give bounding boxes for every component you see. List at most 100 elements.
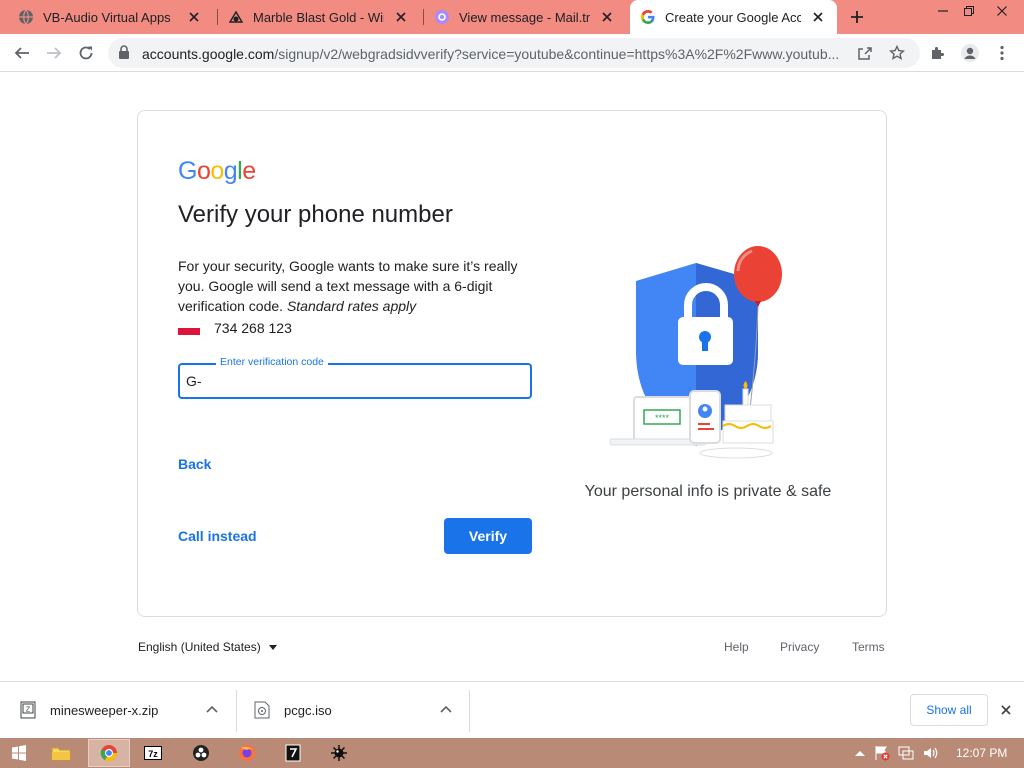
close-icon[interactable]	[392, 8, 410, 26]
phone-number: 734 268 123	[214, 320, 292, 336]
disc-file-icon	[254, 701, 270, 719]
profile-icon	[961, 44, 979, 62]
download-item-pcgc[interactable]: pcgc.iso	[254, 690, 332, 730]
url-host: accounts.google.com	[142, 46, 275, 62]
tab-title: Create your Google Accou	[665, 9, 801, 25]
download-filename: minesweeper-x.zip	[50, 702, 159, 718]
taskbar-obs[interactable]	[180, 739, 222, 767]
folder-icon	[51, 747, 71, 761]
google-logo: Google	[178, 157, 256, 185]
profile-button[interactable]	[956, 39, 984, 67]
call-instead-link[interactable]: Call instead	[178, 528, 257, 544]
download-filename: pcgc.iso	[284, 702, 332, 718]
taskbar-7zip[interactable]: 7z	[132, 739, 174, 767]
globe-icon	[19, 9, 33, 25]
taskbar-minesweeper[interactable]	[318, 739, 360, 767]
tab-google-account[interactable]: Create your Google Accou	[630, 0, 837, 34]
chrome-icon	[100, 745, 118, 762]
svg-text:Z: Z	[26, 707, 31, 714]
arrow-right-icon	[47, 47, 62, 59]
firefox-icon	[239, 745, 255, 761]
verify-button[interactable]: Verify	[444, 518, 532, 554]
arrow-left-icon	[14, 47, 29, 59]
show-all-button[interactable]: Show all	[910, 694, 988, 726]
app-icon	[285, 744, 301, 762]
restore-button[interactable]	[952, 0, 986, 22]
close-icon[interactable]	[598, 8, 616, 26]
zip-file-icon: Z	[20, 701, 36, 719]
verification-code-field[interactable]: Enter verification code	[178, 356, 532, 399]
close-window-button[interactable]	[985, 0, 1019, 22]
close-icon[interactable]	[998, 702, 1014, 718]
windows-logo-icon	[12, 745, 26, 761]
security-illustration-icon: ****	[609, 246, 782, 459]
windows-taskbar: 7z 12:07 PM	[0, 738, 1024, 768]
marble-icon	[228, 10, 244, 23]
download-divider	[236, 690, 237, 732]
network-icon[interactable]	[898, 745, 914, 761]
tab-vb-audio[interactable]: VB-Audio Virtual Apps	[8, 0, 213, 34]
chevron-up-icon[interactable]	[439, 702, 453, 716]
mail-icon	[435, 10, 449, 24]
reload-button[interactable]	[72, 39, 100, 67]
close-icon[interactable]	[185, 8, 203, 26]
address-bar[interactable]: accounts.google.com/signup/v2/webgradsid…	[108, 38, 920, 68]
reload-icon	[79, 46, 93, 60]
volume-icon[interactable]	[922, 745, 938, 761]
close-icon[interactable]	[809, 8, 827, 26]
privacy-link[interactable]: Privacy	[780, 640, 819, 654]
tab-marble-blast[interactable]: Marble Blast Gold - Windo	[218, 0, 420, 34]
download-bar: Z minesweeper-x.zip pcgc.iso Show all	[0, 681, 1024, 738]
phone-row: 734 268 123	[178, 320, 292, 336]
minimize-icon	[938, 10, 948, 12]
url-text[interactable]: accounts.google.com/signup/v2/webgradsid…	[142, 46, 854, 62]
help-link[interactable]: Help	[724, 640, 749, 654]
tab-title: View message - Mail.tm	[459, 9, 590, 25]
back-nav-button[interactable]	[8, 39, 36, 67]
restore-icon	[964, 6, 974, 16]
lock-icon[interactable]	[118, 45, 130, 59]
share-icon[interactable]	[856, 44, 874, 62]
extensions-button[interactable]	[924, 39, 952, 67]
forward-nav-button[interactable]	[40, 39, 68, 67]
7zip-icon: 7z	[144, 746, 162, 760]
new-tab-button[interactable]	[846, 6, 868, 28]
chevron-down-icon	[268, 644, 277, 650]
chevron-up-icon[interactable]	[852, 745, 868, 761]
rates-note: Standard rates apply	[286, 298, 417, 314]
chevron-up-icon[interactable]	[205, 702, 219, 716]
verification-code-input[interactable]	[186, 371, 506, 391]
taskbar-chrome[interactable]	[88, 739, 130, 767]
kebab-menu-icon	[1000, 45, 1004, 61]
back-link[interactable]: Back	[178, 456, 211, 472]
tab-mail-tm[interactable]: View message - Mail.tm	[424, 0, 626, 34]
field-label: Enter verification code	[216, 356, 328, 368]
puzzle-icon	[932, 47, 944, 59]
start-button[interactable]	[0, 739, 38, 767]
language-label: English (United States)	[138, 640, 261, 654]
close-icon	[997, 6, 1007, 16]
signup-card: Google Verify your phone number For your…	[137, 110, 887, 617]
svg-text:7z: 7z	[148, 749, 158, 759]
terms-link[interactable]: Terms	[852, 640, 885, 654]
plus-icon	[851, 11, 863, 23]
page-title: Verify your phone number	[178, 201, 453, 228]
taskbar-app-dark[interactable]	[272, 739, 314, 767]
download-divider	[469, 690, 470, 732]
flag-alert-icon[interactable]	[874, 745, 890, 761]
obs-icon	[193, 745, 209, 761]
star-icon[interactable]	[888, 44, 906, 62]
download-item-minesweeper[interactable]: Z minesweeper-x.zip	[20, 690, 158, 730]
tab-title: Marble Blast Gold - Windo	[253, 9, 384, 25]
mine-icon	[331, 745, 347, 761]
description: For your security, Google wants to make …	[178, 256, 538, 316]
privacy-caption: Your personal info is private & safe	[584, 483, 832, 500]
menu-button[interactable]	[988, 39, 1016, 67]
url-path: /signup/v2/webgradsidvverify?service=you…	[274, 46, 840, 62]
tab-strip: VB-Audio Virtual Apps Marble Blast Gold …	[0, 0, 1024, 34]
taskbar-clock[interactable]: 12:07 PM	[956, 746, 1007, 760]
tab-title: VB-Audio Virtual Apps	[43, 9, 171, 25]
taskbar-file-explorer[interactable]	[40, 739, 82, 767]
language-selector[interactable]: English (United States)	[138, 640, 277, 654]
taskbar-firefox[interactable]	[226, 739, 268, 767]
